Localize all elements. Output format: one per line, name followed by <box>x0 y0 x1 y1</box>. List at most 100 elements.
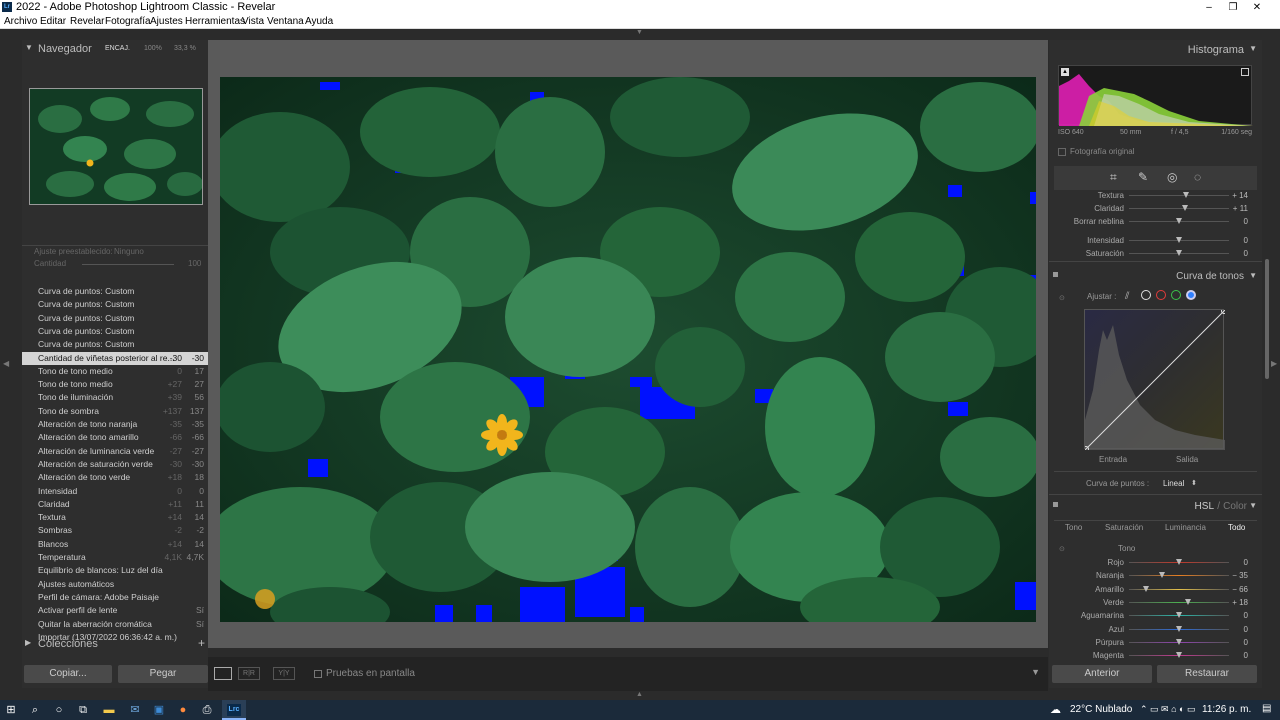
history-item[interactable]: Alteración de tono naranja -35 -35 <box>22 418 208 431</box>
hsl-title[interactable]: HSL <box>1195 501 1214 512</box>
slider-knob[interactable] <box>1176 218 1182 224</box>
hsl-slider-púrpura[interactable]: Púrpura 0 <box>1049 636 1262 649</box>
tab-saturacion[interactable]: Saturación <box>1105 523 1143 532</box>
zoom-100-option[interactable]: 100% <box>144 45 162 52</box>
hsl-slider-aguamarina[interactable]: Aguamarina 0 <box>1049 609 1262 622</box>
add-collection-icon[interactable]: + <box>198 636 205 650</box>
chevron-down-icon[interactable]: ⬍ <box>1191 479 1197 487</box>
menu-archivo[interactable]: Archivo <box>4 16 37 27</box>
slider-saturación[interactable]: Saturación 0 <box>1049 247 1262 260</box>
red-eye-icon[interactable]: ◎ <box>1167 170 1177 184</box>
slider-knob[interactable] <box>1176 638 1182 645</box>
tab-tono[interactable]: Tono <box>1065 523 1082 532</box>
weather-text[interactable]: 22°C Nublado <box>1070 704 1132 715</box>
history-item[interactable]: Ajustes automáticos <box>22 578 208 591</box>
slider-value[interactable]: 0 <box>1244 215 1248 228</box>
slider-value[interactable]: + 14 <box>1232 189 1248 202</box>
blue-channel-icon[interactable] <box>1186 290 1196 300</box>
point-curve-rgb-icon[interactable] <box>1141 290 1151 300</box>
tab-luminancia[interactable]: Luminancia <box>1165 523 1206 532</box>
hsl-header[interactable]: HSL / Color ▼ <box>1049 501 1262 519</box>
left-panel-toggle-icon[interactable]: ◀ <box>3 359 9 368</box>
slider-knob[interactable] <box>1143 585 1149 592</box>
history-item[interactable]: Perfil de cámara: Adobe Paisaje <box>22 591 208 604</box>
before-after-view-icon[interactable]: R|R <box>238 667 260 680</box>
history-item[interactable]: Alteración de tono verde +18 18 <box>22 471 208 484</box>
navigator-preview[interactable] <box>29 88 203 205</box>
slider-value[interactable]: 0 <box>1244 649 1248 662</box>
amount-slider-track[interactable] <box>82 264 174 265</box>
history-item[interactable]: Alteración de saturación verde -30 -30 <box>22 458 208 471</box>
history-item[interactable]: Curva de puntos: Custom <box>22 285 208 298</box>
slider-track[interactable] <box>1129 195 1229 196</box>
cortana-icon[interactable]: ○ <box>52 703 66 717</box>
history-item[interactable]: Sombras -2 -2 <box>22 524 208 537</box>
slider-knob[interactable] <box>1159 572 1165 579</box>
slider-borrar-neblina[interactable]: Borrar neblina 0 <box>1049 215 1262 228</box>
firefox-icon[interactable]: ● <box>176 703 190 717</box>
menu-revelar[interactable]: Revelar <box>70 16 104 27</box>
history-item[interactable]: Tono de sombra +137 137 <box>22 405 208 418</box>
slider-knob[interactable] <box>1185 598 1191 605</box>
photo-view[interactable] <box>220 77 1036 622</box>
tray-icons[interactable]: ⌃ ▭ ✉ ⌂ ◐ ▭ <box>1140 704 1195 715</box>
slider-knob[interactable] <box>1183 192 1189 198</box>
clock[interactable]: 11:26 p. m. <box>1202 704 1251 715</box>
menu-editar[interactable]: Editar <box>40 16 66 27</box>
green-channel-icon[interactable] <box>1171 290 1181 300</box>
history-item[interactable]: Blancos +14 14 <box>22 538 208 551</box>
tone-curve-header[interactable]: Curva de tonos ▼ <box>1049 271 1262 289</box>
slider-value[interactable]: 0 <box>1244 556 1248 569</box>
original-photo-checkbox[interactable] <box>1058 148 1066 156</box>
file-explorer-icon[interactable]: ▬ <box>102 703 116 717</box>
history-item[interactable]: Alteración de tono amarillo -66 -66 <box>22 431 208 444</box>
slider-knob[interactable] <box>1181 205 1188 211</box>
slider-textura[interactable]: Textura + 14 <box>1049 189 1262 202</box>
softproof-checkbox[interactable] <box>314 670 322 678</box>
store-icon[interactable]: ▣ <box>152 703 166 717</box>
hsl-slider-rojo[interactable]: Rojo 0 <box>1049 556 1262 569</box>
history-item[interactable]: Tono de tono medio 0 17 <box>22 365 208 378</box>
slider-track[interactable] <box>1129 575 1229 577</box>
notifications-icon[interactable]: ▤ <box>1262 703 1271 714</box>
slider-value[interactable]: − 35 <box>1232 569 1248 582</box>
history-item[interactable]: Equilibrio de blancos: Luz del día <box>22 564 208 577</box>
history-item[interactable]: Curva de puntos: Custom <box>22 325 208 338</box>
history-item[interactable]: Curva de puntos: Custom <box>22 338 208 351</box>
menu-vista[interactable]: Vista <box>242 16 264 27</box>
histogram-header[interactable]: Histograma ▼ <box>1049 44 1262 62</box>
task-view-icon[interactable]: ⧉ <box>76 703 90 717</box>
menu-ventana[interactable]: Ventana <box>267 16 304 27</box>
histogram-graph[interactable]: ▲ <box>1058 65 1253 126</box>
history-item[interactable]: Curva de puntos: Custom <box>22 312 208 325</box>
bottom-panel-toggle-icon[interactable]: ▲ <box>636 691 643 698</box>
panel-toggle-icon[interactable] <box>1053 502 1058 507</box>
navigator-header[interactable]: ▼ Navegador ENCAJ. 100% 33,3 % <box>22 43 208 61</box>
slider-value[interactable]: 0 <box>1244 623 1248 636</box>
right-scrollbar[interactable] <box>1265 259 1269 379</box>
history-item[interactable]: Claridad +11 11 <box>22 498 208 511</box>
copy-button[interactable]: Copiar... <box>24 665 112 683</box>
tab-todo[interactable]: Todo <box>1228 523 1245 532</box>
mail-icon[interactable]: ✉ <box>128 703 142 717</box>
hsl-slider-azul[interactable]: Azul 0 <box>1049 623 1262 636</box>
menu-ajustes[interactable]: Ajustes <box>150 16 183 27</box>
history-item[interactable]: Alteración de luminancia verde -27 -27 <box>22 445 208 458</box>
close-button[interactable]: ✕ <box>1234 0 1280 15</box>
slider-track[interactable] <box>1129 601 1229 603</box>
slider-knob[interactable] <box>1176 652 1182 659</box>
slider-value[interactable]: 0 <box>1244 636 1248 649</box>
masking-icon[interactable]: ◌ <box>1194 170 1201 184</box>
panel-toggle-icon[interactable] <box>1053 272 1058 277</box>
slider-knob[interactable] <box>1176 237 1182 243</box>
red-channel-icon[interactable] <box>1156 290 1166 300</box>
history-item[interactable]: Cantidad de viñetas posterior al re... -3… <box>22 351 208 365</box>
highlight-clipping-toggle[interactable] <box>1241 68 1249 76</box>
slider-value[interactable]: + 18 <box>1232 596 1248 609</box>
menu-fotografia[interactable]: Fotografía <box>105 16 151 27</box>
hsl-slider-naranja[interactable]: Naranja − 35 <box>1049 569 1262 582</box>
point-curve-select[interactable]: Lineal <box>1163 479 1184 488</box>
history-item[interactable]: Activar perfil de lente Sí <box>22 604 208 617</box>
slider-knob[interactable] <box>1176 625 1182 632</box>
healing-brush-icon[interactable]: ✎ <box>1138 170 1148 184</box>
